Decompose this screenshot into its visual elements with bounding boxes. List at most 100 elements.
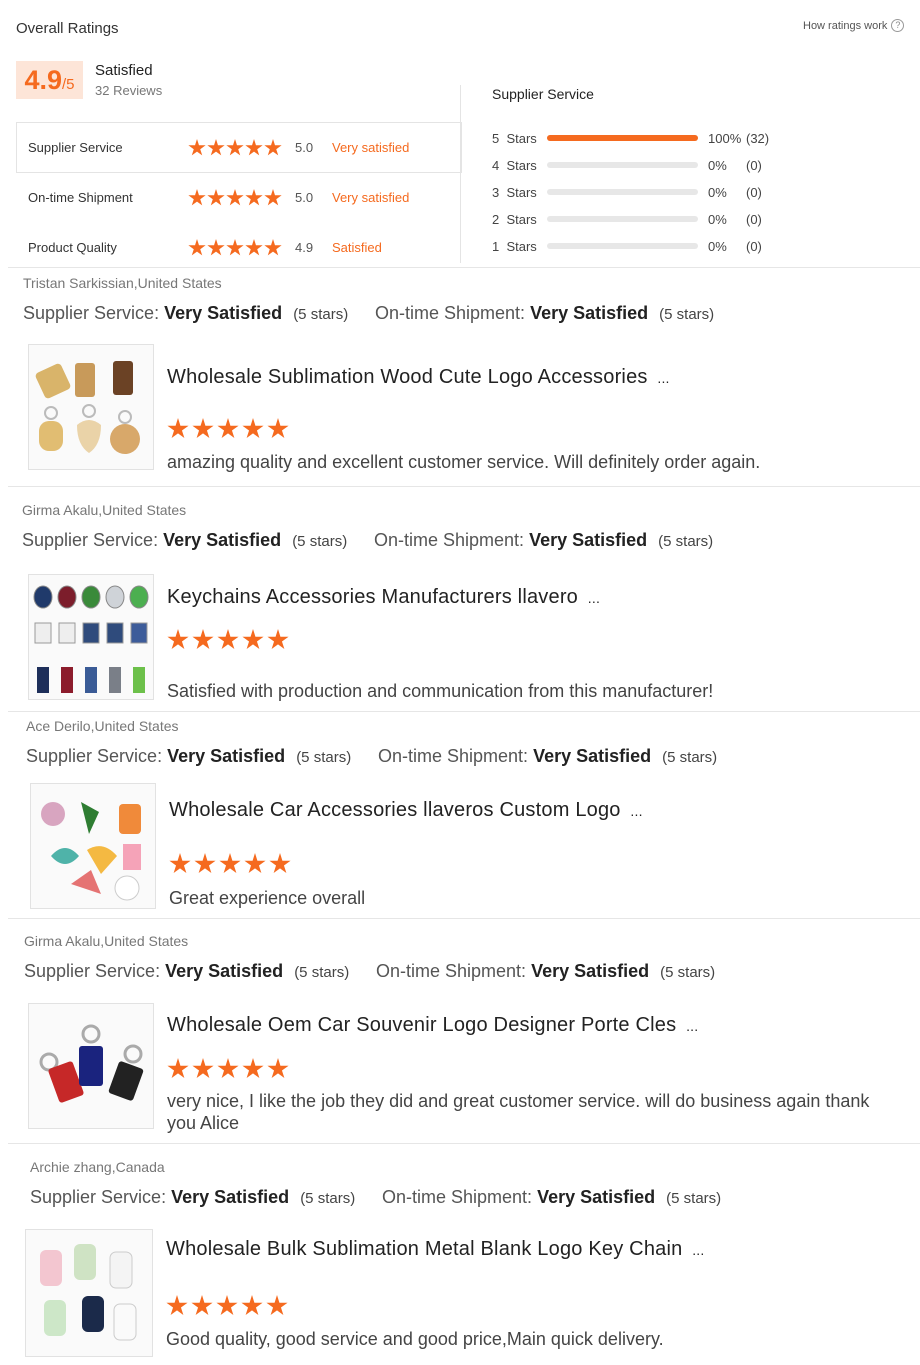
overall-score-max: /5 bbox=[62, 76, 75, 93]
breakdown-title: Supplier Service bbox=[492, 86, 594, 102]
category-satisfaction: Satisfied bbox=[332, 240, 382, 255]
star-icon bbox=[216, 1295, 238, 1316]
product-title-link[interactable]: Wholesale Oem Car Souvenir Logo Designer… bbox=[167, 1014, 698, 1037]
star-icon bbox=[264, 239, 282, 256]
star-icon bbox=[169, 853, 191, 874]
supplier-service-label: Supplier Service: bbox=[23, 303, 160, 323]
ontime-shipment-value: Very Satisfied bbox=[537, 1187, 656, 1207]
product-thumbnail[interactable] bbox=[30, 783, 156, 909]
supplier-service-label: Supplier Service: bbox=[22, 530, 159, 550]
category-divider bbox=[16, 172, 460, 173]
review-comment: Great experience overall bbox=[169, 888, 366, 908]
breakdown-count: (0) bbox=[746, 185, 762, 200]
supplier-service-stars: (5 stars) bbox=[300, 1190, 356, 1207]
star-icon bbox=[188, 139, 206, 156]
star-icon bbox=[217, 1058, 239, 1079]
ontime-shipment-value: Very Satisfied bbox=[530, 303, 649, 323]
product-title-ellipsis: ... bbox=[630, 803, 643, 819]
supplier-service-value: Very Satisfied bbox=[164, 303, 283, 323]
product-title-link[interactable]: Keychains Accessories Manufacturers llav… bbox=[167, 586, 600, 609]
overall-label: Satisfied bbox=[95, 62, 153, 79]
star-icon bbox=[267, 418, 289, 439]
category-row: Supplier Service 5.0 Very satisfied bbox=[28, 139, 448, 159]
review-stars bbox=[169, 853, 294, 880]
help-icon: ? bbox=[891, 19, 905, 32]
category-row: Product Quality 4.9 Satisfied bbox=[28, 239, 448, 259]
star-icon bbox=[217, 629, 239, 650]
product-thumbnail[interactable] bbox=[25, 1229, 153, 1357]
category-score: 4.9 bbox=[295, 240, 314, 255]
supplier-service-value: Very Satisfied bbox=[165, 961, 284, 981]
overall-review-count: 32 Reviews bbox=[95, 83, 163, 98]
review-divider bbox=[8, 1143, 920, 1144]
supplier-service-rating: Supplier Service: Very Satisfied (5 star… bbox=[26, 746, 351, 767]
supplier-service-rating: Supplier Service: Very Satisfied (5 star… bbox=[24, 961, 349, 982]
star-icon bbox=[267, 629, 289, 650]
product-thumbnail[interactable] bbox=[28, 574, 154, 700]
how-ratings-work-link[interactable]: How ratings work ? bbox=[803, 19, 905, 32]
product-title: Wholesale Sublimation Wood Cute Logo Acc… bbox=[167, 366, 648, 388]
review-comment: Satisfied with production and communicat… bbox=[167, 681, 714, 701]
star-icon bbox=[207, 139, 225, 156]
ontime-shipment-value: Very Satisfied bbox=[531, 961, 650, 981]
breakdown-row: 2 Stars 0% (0) bbox=[492, 212, 792, 228]
star-icon bbox=[188, 239, 206, 256]
review-comment: amazing quality and excellent customer s… bbox=[167, 452, 761, 472]
breakdown-label: 2 Stars bbox=[492, 212, 537, 227]
star-icon bbox=[266, 1295, 288, 1316]
review-divider bbox=[8, 486, 920, 487]
star-icon bbox=[245, 189, 263, 206]
ontime-shipment-label: On-time Shipment: bbox=[376, 961, 527, 981]
supplier-service-stars: (5 stars) bbox=[296, 749, 352, 766]
reviewer-name: Tristan Sarkissian,United States bbox=[23, 275, 222, 291]
star-icon bbox=[219, 853, 241, 874]
star-icon bbox=[207, 239, 225, 256]
star-icon bbox=[264, 189, 282, 206]
supplier-service-stars: (5 stars) bbox=[294, 964, 350, 981]
star-icon bbox=[166, 1295, 188, 1316]
ontime-shipment-stars: (5 stars) bbox=[666, 1190, 722, 1207]
breakdown-bar bbox=[547, 189, 698, 195]
supplier-service-label: Supplier Service: bbox=[26, 746, 163, 766]
breakdown-row: 5 Stars 100% (32) bbox=[492, 131, 792, 147]
star-icon bbox=[217, 418, 239, 439]
star-icon bbox=[188, 189, 206, 206]
product-title-ellipsis: ... bbox=[692, 1242, 705, 1258]
breakdown-label: 3 Stars bbox=[492, 185, 537, 200]
supplier-service-rating: Supplier Service: Very Satisfied (5 star… bbox=[30, 1187, 355, 1208]
star-icon bbox=[242, 418, 264, 439]
ontime-shipment-stars: (5 stars) bbox=[662, 749, 718, 766]
ontime-shipment-stars: (5 stars) bbox=[659, 306, 715, 323]
breakdown-pct: 0% bbox=[708, 212, 727, 227]
product-title-link[interactable]: Wholesale Bulk Sublimation Metal Blank L… bbox=[166, 1238, 704, 1261]
product-title-link[interactable]: Wholesale Sublimation Wood Cute Logo Acc… bbox=[167, 366, 670, 389]
breakdown-row: 1 Stars 0% (0) bbox=[492, 239, 792, 255]
product-thumbnail[interactable] bbox=[28, 1003, 154, 1129]
product-title-ellipsis: ... bbox=[657, 370, 670, 386]
review-divider bbox=[8, 918, 920, 919]
star-icon bbox=[241, 1295, 263, 1316]
category-name: On-time Shipment bbox=[28, 190, 133, 205]
reviewer-name: Girma Akalu,United States bbox=[24, 933, 189, 949]
star-icon bbox=[167, 629, 189, 650]
breakdown-bar bbox=[547, 135, 698, 141]
ontime-shipment-stars: (5 stars) bbox=[658, 533, 714, 550]
product-title-link[interactable]: Wholesale Car Accessories llaveros Custo… bbox=[169, 799, 643, 822]
breakdown-label: 1 Stars bbox=[492, 239, 537, 254]
ontime-shipment-rating: On-time Shipment: Very Satisfied (5 star… bbox=[374, 530, 713, 551]
supplier-service-label: Supplier Service: bbox=[30, 1187, 167, 1207]
star-icon bbox=[191, 1295, 213, 1316]
review-stars bbox=[167, 418, 292, 445]
product-title: Wholesale Oem Car Souvenir Logo Designer… bbox=[167, 1014, 677, 1036]
star-icon bbox=[192, 1058, 214, 1079]
product-title: Keychains Accessories Manufacturers llav… bbox=[167, 586, 579, 608]
category-satisfaction: Very satisfied bbox=[332, 190, 410, 205]
category-name: Supplier Service bbox=[28, 140, 123, 155]
star-icon bbox=[194, 853, 216, 874]
supplier-service-value: Very Satisfied bbox=[171, 1187, 290, 1207]
reviewer-name: Girma Akalu,United States bbox=[22, 502, 187, 518]
star-icon bbox=[245, 239, 263, 256]
product-thumbnail[interactable] bbox=[28, 344, 154, 470]
breakdown-pct: 0% bbox=[708, 158, 727, 173]
breakdown-bar bbox=[547, 216, 698, 222]
